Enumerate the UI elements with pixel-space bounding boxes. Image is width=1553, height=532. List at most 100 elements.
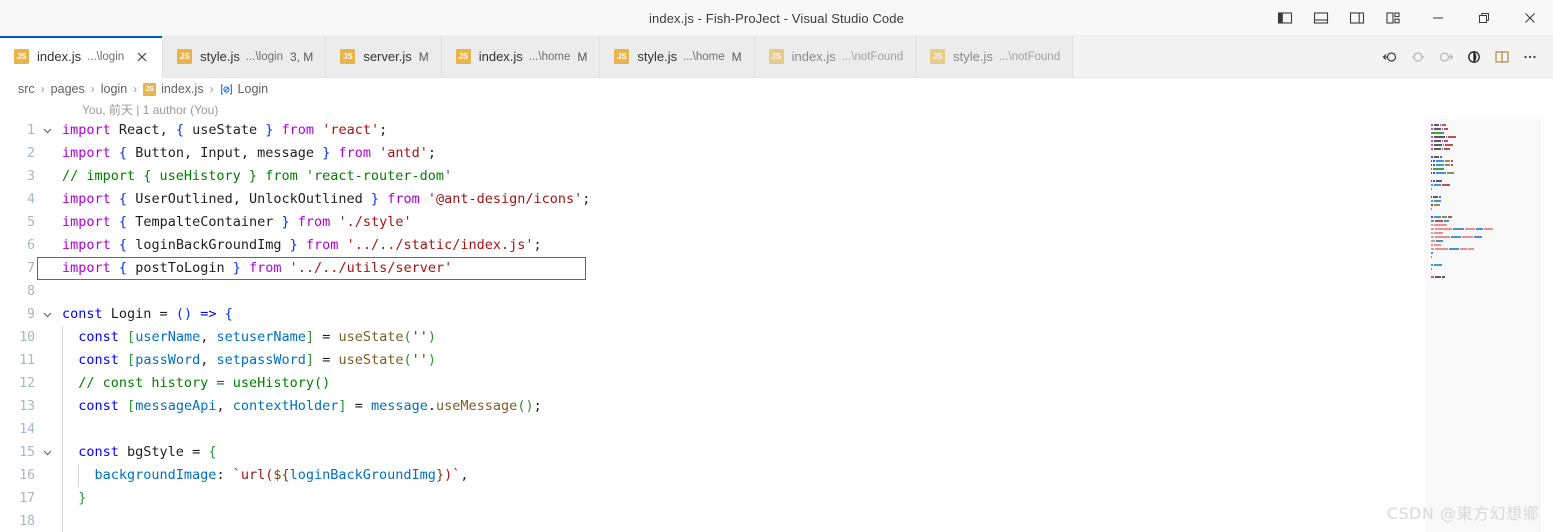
minimap-slider[interactable] — [1425, 119, 1553, 532]
line-number: 16 — [19, 468, 35, 483]
split-editor-icon[interactable] — [1489, 44, 1515, 70]
breadcrumb-label: index.js — [161, 82, 204, 96]
code-content[interactable]: 1 import React, { useState } from 'react'… — [0, 119, 1425, 532]
fold-chevron-down-icon[interactable] — [38, 125, 56, 136]
line-number: 3 — [27, 169, 35, 184]
tab-close-icon[interactable] — [133, 48, 150, 65]
js-file-icon: JS — [340, 49, 356, 64]
line-number: 2 — [27, 146, 35, 161]
code-line[interactable]: 13 const [messageApi, contextHolder] = m… — [0, 395, 1425, 418]
code-line[interactable]: 15 const bgStyle = { — [0, 441, 1425, 464]
editor-tab-2[interactable]: JS server.js M — [326, 36, 442, 77]
vscode-window: index.js - Fish-ProJect - Visual Studio … — [0, 0, 1553, 532]
breadcrumb-item-2[interactable]: login — [101, 82, 127, 96]
breadcrumb-separator: › — [133, 82, 138, 96]
code-line[interactable]: 18 — [0, 510, 1425, 532]
toggle-secondary-sidebar-icon[interactable] — [1339, 1, 1375, 35]
code-text: const [passWord, setpassWord] = useState… — [78, 352, 437, 368]
indent-guide — [62, 349, 63, 372]
breadcrumb: src › pages › login › JS index.js › Login — [0, 78, 1553, 100]
code-text: } — [78, 490, 87, 506]
breadcrumb-separator: › — [209, 82, 214, 96]
fold-chevron-down-icon[interactable] — [38, 309, 56, 320]
breadcrumb-item-4[interactable]: Login — [220, 82, 268, 96]
toggle-inline-diff-icon[interactable] — [1461, 44, 1487, 70]
code-text: // import { useHistory } from 'react-rou… — [62, 168, 453, 184]
editor-tab-0[interactable]: JS index.js ...\login — [0, 36, 164, 78]
minimize-button[interactable] — [1415, 1, 1461, 35]
indent-guide — [62, 395, 63, 418]
code-line[interactable]: 4 import { UserOutlined, UnlockOutlined }… — [0, 188, 1425, 211]
indent-guide — [62, 487, 63, 510]
tab-description: ...\login — [245, 50, 283, 63]
more-actions-icon[interactable] — [1517, 44, 1543, 70]
editor-actions — [1377, 36, 1553, 77]
go-back-icon[interactable] — [1377, 44, 1403, 70]
git-blame-annotation: You, 前天 | 1 author (You) — [0, 100, 1553, 119]
fold-chevron-down-icon[interactable] — [38, 447, 56, 458]
indent-guide — [62, 464, 63, 487]
tab-label: style.js — [200, 49, 240, 64]
line-number: 15 — [19, 445, 35, 460]
restore-button[interactable] — [1461, 1, 1507, 35]
code-line[interactable]: 8 — [0, 280, 1425, 303]
js-file-icon: JS — [177, 49, 193, 64]
editor-tab-1[interactable]: JS style.js ...\login 3, M — [163, 36, 327, 77]
code-line[interactable]: 17 } — [0, 487, 1425, 510]
next-change-icon[interactable] — [1433, 44, 1459, 70]
code-line[interactable]: 2 import { Button, Input, message } from … — [0, 142, 1425, 165]
breadcrumb-label: src — [18, 82, 35, 96]
code-line[interactable]: 6 import { loginBackGroundImg } from '../… — [0, 234, 1425, 257]
tab-dirty-badge: M — [577, 49, 588, 64]
tab-description: ...\home — [528, 50, 571, 63]
tab-label: index.js — [791, 49, 836, 64]
minimap[interactable] — [1425, 119, 1553, 532]
code-line[interactable]: 5 import { TempalteContainer } from './st… — [0, 211, 1425, 234]
code-line[interactable]: 9 const Login = () => { — [0, 303, 1425, 326]
code-text: import { UserOutlined, UnlockOutlined } … — [62, 191, 591, 207]
code-text: const bgStyle = { — [78, 444, 217, 460]
code-line[interactable]: 3 // import { useHistory } from 'react-ro… — [0, 165, 1425, 188]
breadcrumb-item-3[interactable]: JS index.js — [143, 82, 204, 96]
code-line[interactable]: 7 import { postToLogin } from '../../util… — [0, 257, 1425, 280]
line-number: 10 — [19, 330, 35, 345]
indent-guide — [62, 441, 63, 464]
code-text: import { Button, Input, message } from '… — [62, 145, 437, 161]
code-line[interactable]: 10 const [userName, setuserName] = useSt… — [0, 326, 1425, 349]
tab-description: ...\notFound — [841, 50, 904, 63]
editor-tab-3[interactable]: JS index.js ...\home M — [441, 36, 601, 77]
breadcrumb-separator: › — [40, 82, 45, 96]
line-number: 9 — [27, 307, 35, 322]
js-file-icon: JS — [768, 49, 784, 64]
breadcrumb-item-1[interactable]: pages — [51, 82, 85, 96]
toggle-panel-icon[interactable] — [1303, 1, 1339, 35]
editor-tab-4[interactable]: JS style.js ...\home M — [600, 36, 755, 77]
code-line[interactable]: 1 import React, { useState } from 'react'… — [0, 119, 1425, 142]
line-number: 12 — [19, 376, 35, 391]
toggle-primary-sidebar-icon[interactable] — [1267, 1, 1303, 35]
code-line[interactable]: 11 const [passWord, setpassWord] = useSt… — [0, 349, 1425, 372]
line-number: 17 — [19, 491, 35, 506]
previous-change-icon[interactable] — [1405, 44, 1431, 70]
line-number: 18 — [19, 514, 35, 529]
close-button[interactable] — [1507, 1, 1553, 35]
code-text: import { loginBackGroundImg } from '../.… — [62, 237, 542, 253]
line-number: 6 — [27, 238, 35, 253]
indent-guide — [78, 464, 80, 487]
editor-scrollbar[interactable] — [1539, 119, 1553, 532]
editor-tab-5[interactable]: JS index.js ...\notFound — [754, 36, 917, 77]
customize-layout-icon[interactable] — [1375, 1, 1411, 35]
breadcrumb-item-0[interactable]: src — [18, 82, 35, 96]
code-line[interactable]: 14 — [0, 418, 1425, 441]
code-text: // const history = useHistory() — [78, 375, 331, 391]
line-number: 7 — [27, 261, 35, 276]
indent-guide — [62, 418, 63, 441]
js-file-icon: JS — [143, 82, 157, 96]
line-number: 4 — [27, 192, 35, 207]
line-number: 11 — [19, 353, 35, 368]
code-line[interactable]: 12 // const history = useHistory() — [0, 372, 1425, 395]
editor-tab-6[interactable]: JS style.js ...\notFound — [916, 36, 1074, 77]
tab-dirty-badge: 3, M — [289, 49, 314, 64]
code-line[interactable]: 16 backgroundImage: `url(${loginBackGrou… — [0, 464, 1425, 487]
code-text: import { postToLogin } from '../../utils… — [62, 260, 453, 276]
